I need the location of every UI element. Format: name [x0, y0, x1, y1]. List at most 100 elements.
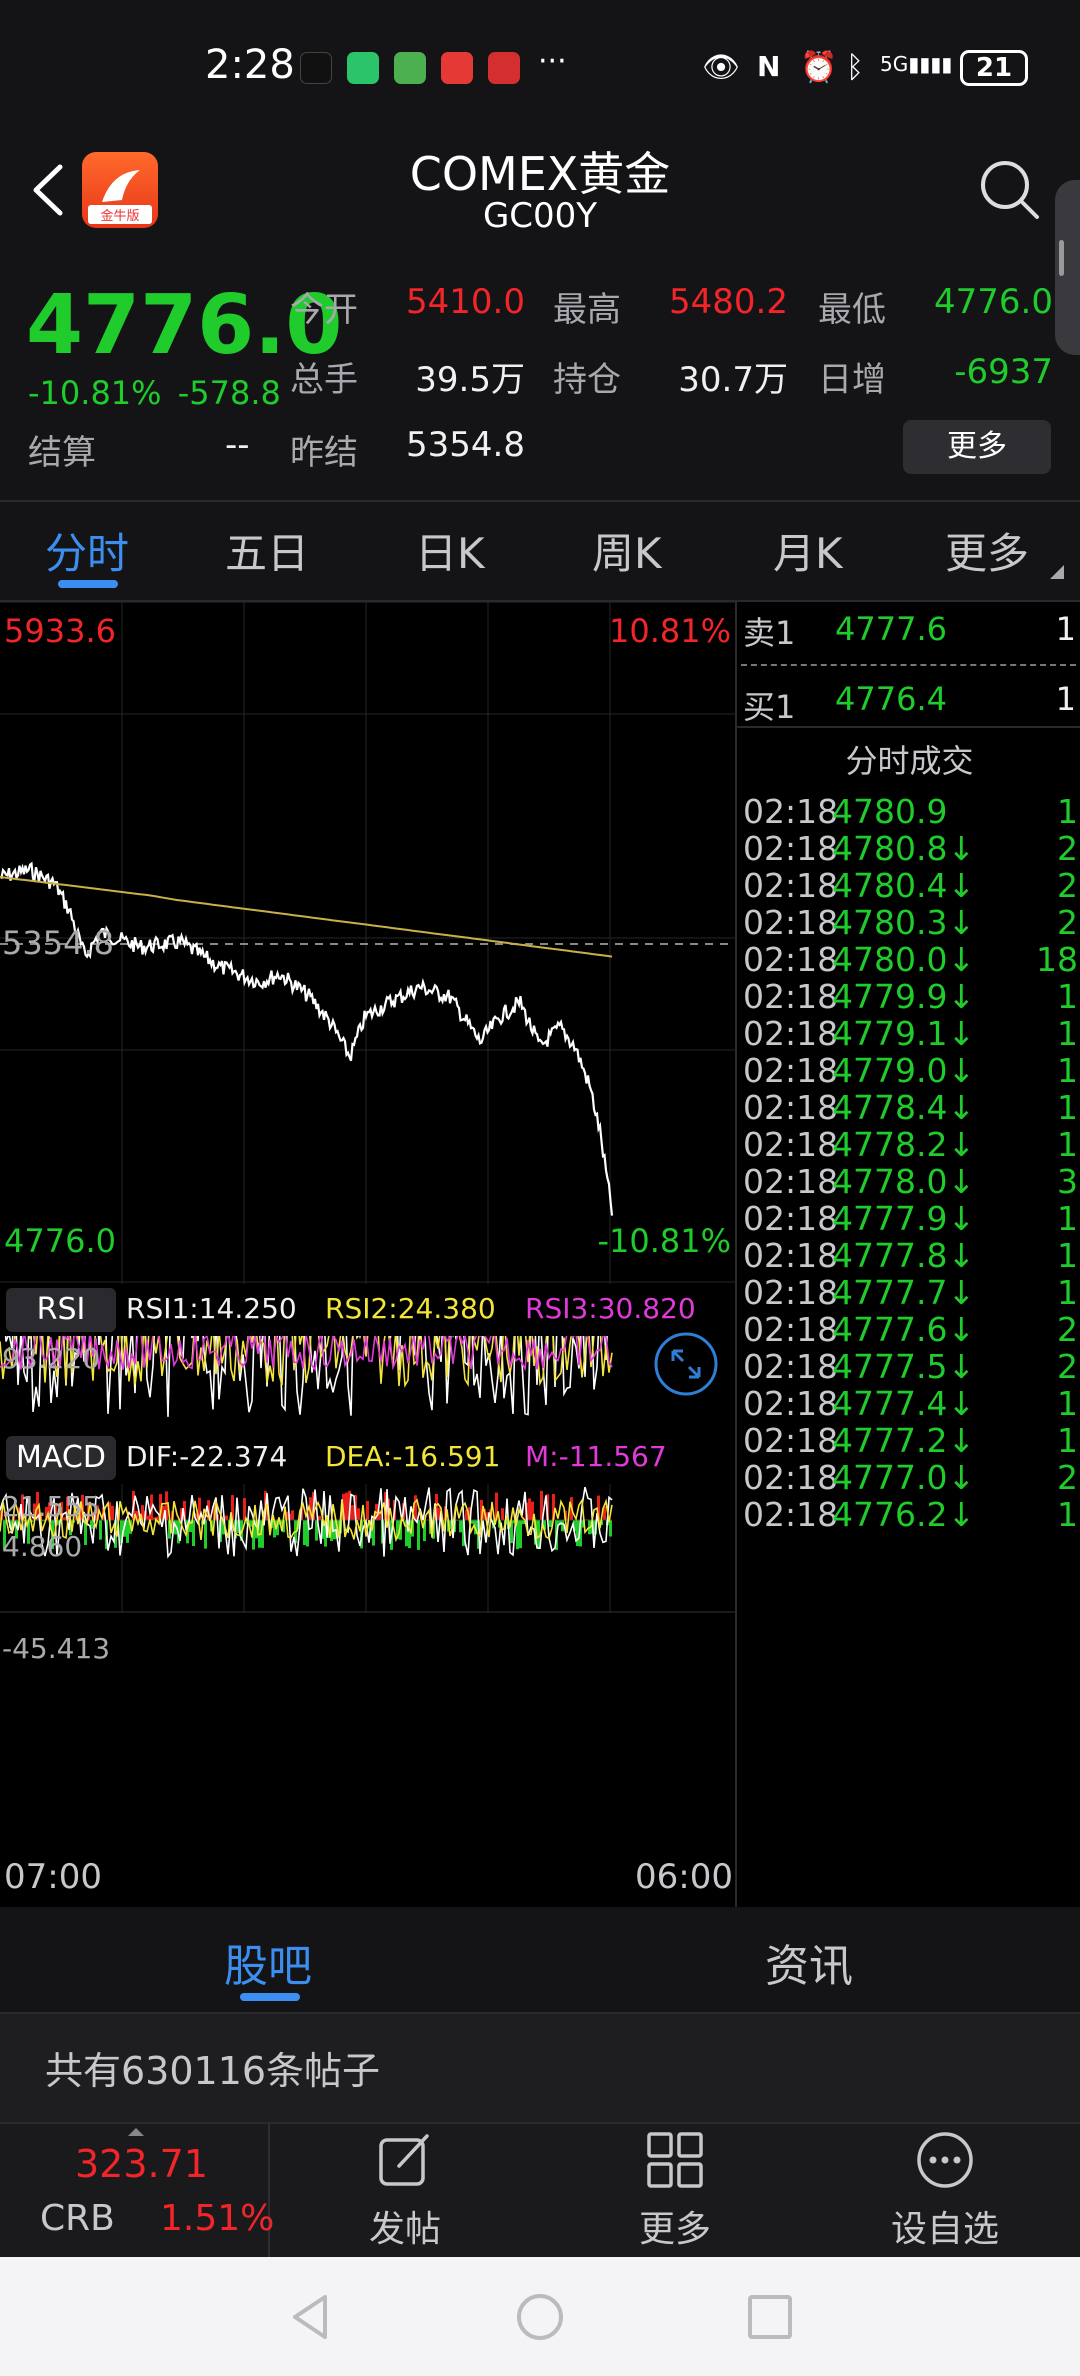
system-nav-bar	[0, 2257, 1080, 2376]
post-count[interactable]: 共有630116条帖子	[45, 2040, 380, 2095]
tab-forum[interactable]: 股吧	[224, 1930, 312, 1994]
ask-volume: 1	[1055, 610, 1076, 648]
trade-price: 4780.0↓	[832, 940, 976, 979]
nav-home-icon[interactable]	[515, 2292, 565, 2342]
grid-more-icon[interactable]	[645, 2130, 705, 2190]
more-button-label[interactable]: 更多	[595, 2200, 755, 2252]
macd-bar	[528, 1498, 531, 1520]
battery-icon: 21	[960, 50, 1028, 86]
rsi-indicator-button[interactable]: RSI	[6, 1288, 116, 1332]
edit-post-icon[interactable]	[375, 2130, 435, 2190]
tab-active-indicator	[58, 580, 118, 588]
dropdown-triangle-icon	[1050, 565, 1064, 579]
tab-news[interactable]: 资讯	[765, 1930, 853, 1994]
trade-price: 4776.2↓	[832, 1495, 976, 1534]
trade-time: 02:18	[743, 1125, 839, 1164]
trade-price: 4780.4↓	[832, 866, 976, 905]
crb-index-widget[interactable]: 323.71 CRB 1.51%	[0, 2122, 274, 2257]
trade-time: 02:18	[743, 1495, 839, 1534]
trade-volume: 2	[1057, 903, 1078, 942]
trade-time: 02:18	[743, 1384, 839, 1423]
side-scroll-handle[interactable]	[1055, 180, 1080, 355]
signal-icon: 5G▮▮▮▮	[880, 52, 953, 76]
macd-bar	[501, 1508, 504, 1520]
tab-monthly-k[interactable]: 月K	[773, 520, 843, 581]
bottom-section-tabs	[0, 1907, 1080, 2012]
rsi-bottom-value: 4.860	[2, 1530, 83, 1563]
price-change: -10.81% -578.8	[28, 374, 281, 412]
macd-bar	[459, 1520, 462, 1533]
trade-price: 4778.4↓	[832, 1088, 976, 1127]
search-icon[interactable]	[975, 155, 1045, 225]
trade-volume: 2	[1057, 1458, 1078, 1497]
watchlist-button-label[interactable]: 设自选	[865, 2200, 1025, 2252]
macd-indicator-button[interactable]: MACD	[6, 1436, 116, 1480]
bank-app-icon	[441, 52, 473, 84]
rsi3-value: RSI3:30.820	[525, 1292, 696, 1325]
tab-daily-k[interactable]: 日K	[415, 520, 485, 581]
volume-value: 39.5万	[415, 360, 525, 400]
macd-bar	[243, 1498, 246, 1520]
trade-volume: 2	[1057, 1347, 1078, 1386]
rsi-top-value: 93.220	[2, 1342, 100, 1375]
tab-more[interactable]: 更多	[945, 520, 1029, 581]
trade-price: 4779.0↓	[832, 1051, 976, 1090]
prev-settle-label: 昨结	[290, 433, 358, 473]
tab-weekly-k[interactable]: 周K	[592, 520, 662, 581]
time-axis-start: 07:00	[4, 1857, 102, 1897]
trade-price: 4780.3↓	[832, 903, 976, 942]
macd-bar	[204, 1520, 207, 1549]
post-button-label[interactable]: 发帖	[325, 2200, 485, 2252]
trade-row: 02:18 4776.2↓ 1	[737, 1495, 1080, 1551]
eye-icon: 👁	[702, 50, 741, 85]
trade-volume: 2	[1057, 866, 1078, 905]
trade-price: 4777.5↓	[832, 1347, 976, 1386]
page-title: COMEX黄金	[409, 147, 671, 201]
status-bar: 2:28 ··· 👁 N ⏰ ᛒ 5G▮▮▮▮ 21	[0, 0, 1080, 140]
more-quote-button[interactable]: 更多	[903, 420, 1051, 474]
chart-low-price: 4776.0	[4, 1222, 116, 1260]
trade-price: 4777.2↓	[832, 1421, 976, 1460]
change-percent: -10.81%	[28, 374, 162, 412]
macd-bar	[318, 1515, 321, 1520]
trade-volume: 1	[1057, 1236, 1078, 1275]
trade-time: 02:18	[743, 1458, 839, 1497]
trade-time: 02:18	[743, 903, 839, 942]
nav-back-icon[interactable]	[285, 2292, 335, 2342]
macd-bar	[111, 1505, 114, 1520]
chart-ref-price: 5354.8	[2, 924, 114, 962]
macd-bar	[357, 1508, 360, 1520]
rsi2-value: RSI2:24.380	[325, 1292, 496, 1325]
trade-price: 4777.0↓	[832, 1458, 976, 1497]
macd-bar	[576, 1520, 579, 1547]
tiktok-icon	[300, 52, 332, 84]
chart-area[interactable]: 5933.6 10.81% 5354.8 4776.0 -10.81% RSI …	[0, 602, 735, 1907]
tab-intraday[interactable]: 分时	[45, 520, 129, 581]
fullscreen-icon[interactable]	[653, 1331, 719, 1397]
settle-value: --	[225, 425, 250, 465]
back-icon[interactable]	[24, 155, 72, 225]
trade-price: 4777.6↓	[832, 1310, 976, 1349]
macd-bottom-value: -45.413	[2, 1632, 111, 1665]
nav-recents-icon[interactable]	[745, 2292, 795, 2342]
trade-volume: 1	[1057, 1014, 1078, 1053]
add-watchlist-icon[interactable]	[915, 2130, 975, 2190]
macd-bar	[192, 1520, 195, 1547]
macd-bar	[303, 1520, 306, 1546]
trade-time: 02:18	[743, 1421, 839, 1460]
change-absolute: -578.8	[177, 374, 281, 412]
bid-label: 买1	[743, 688, 796, 726]
tab-five-day[interactable]: 五日	[225, 520, 309, 581]
more-notifications-icon: ···	[538, 44, 567, 79]
trade-time: 02:18	[743, 1051, 839, 1090]
trade-price: 4777.4↓	[832, 1384, 976, 1423]
bid-price: 4776.4	[835, 680, 947, 718]
app-notification-icon	[347, 52, 379, 84]
trade-volume: 1	[1057, 1088, 1078, 1127]
trade-price: 4779.1↓	[832, 1014, 976, 1053]
rsi1-value: RSI1:14.250	[126, 1292, 297, 1325]
divider	[0, 500, 1080, 502]
trade-price: 4780.8↓	[832, 829, 976, 868]
macd-bar	[345, 1492, 348, 1520]
macd-header: MACD DIF:-22.374 DEA:-16.591 M:-11.567	[0, 1432, 735, 1484]
